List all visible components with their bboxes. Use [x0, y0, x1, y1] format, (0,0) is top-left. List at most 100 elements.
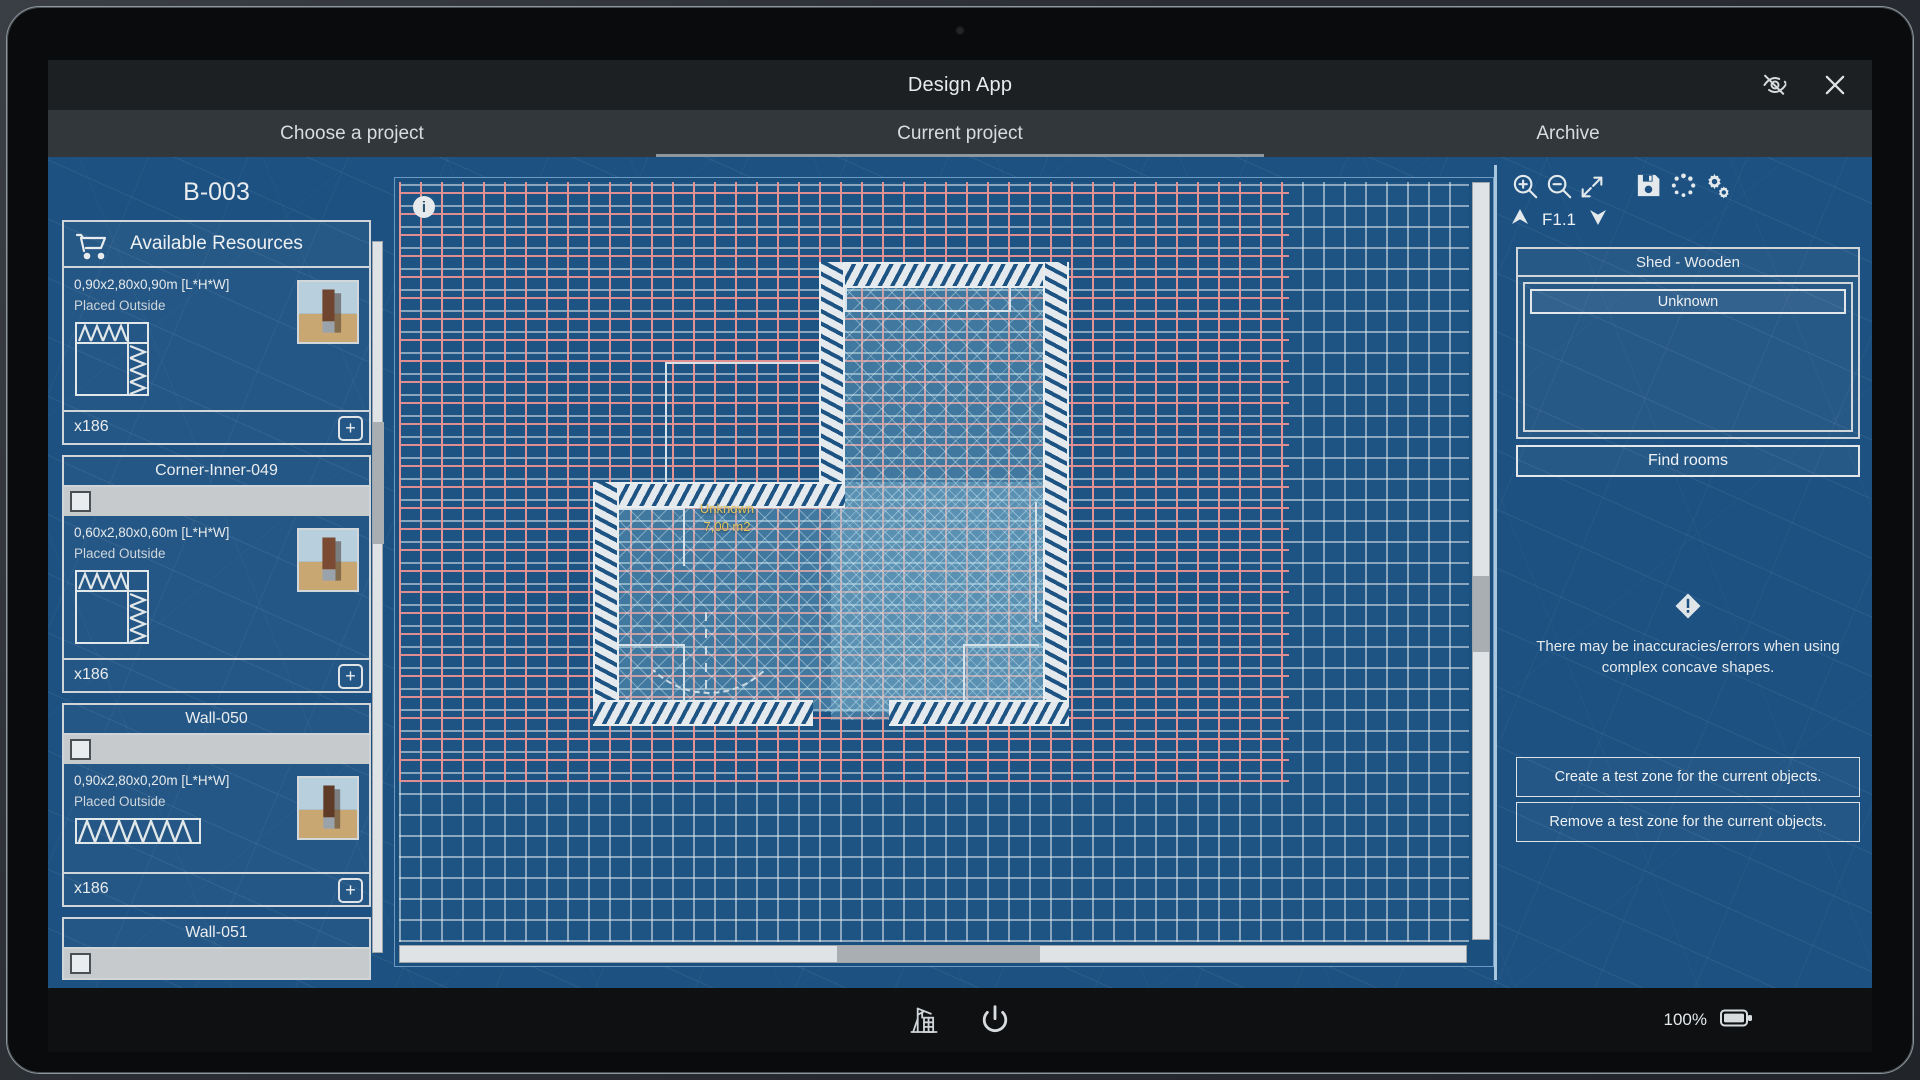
wall-left[interactable]	[593, 482, 619, 726]
resource-info: 0,90x2,80x0,20m [L*H*W] Placed Outside	[64, 764, 369, 872]
resource-count: x186	[74, 418, 109, 436]
room-list-item-unknown[interactable]: Unknown	[1530, 289, 1846, 314]
resource-card[interactable]: 0,90x2,80x0,90m [L*H*W] Placed Outside	[62, 268, 371, 445]
guide-line-v2	[1009, 288, 1011, 312]
chevron-up-icon[interactable]	[1508, 205, 1532, 234]
canvas-container: i	[394, 177, 1494, 967]
floor-selector: F1.1	[1508, 205, 1610, 234]
close-icon[interactable]	[1820, 70, 1850, 100]
warning-block: There may be inaccuracies/errors when us…	[1518, 591, 1858, 679]
resource-thumbnail	[297, 528, 359, 592]
room-group-title: Shed - Wooden	[1518, 249, 1858, 277]
device-frame: Design App	[0, 0, 1920, 1080]
resource-count-row: x186 +	[64, 410, 369, 443]
title-bar: Design App	[48, 60, 1872, 110]
available-resources-header[interactable]: Available Resources	[62, 220, 371, 268]
right-panel: F1.1 Shed - Wooden Unknown Find rooms	[1494, 157, 1872, 988]
bottom-bar: 100%	[48, 988, 1872, 1052]
tab-choose-a-project[interactable]: Choose a project	[48, 110, 656, 157]
tab-current-project[interactable]: Current project	[656, 110, 1264, 157]
resource-info: 0,90x2,80x0,90m [L*H*W] Placed Outside	[64, 268, 369, 410]
camera-dot	[956, 26, 965, 35]
settings-gears-icon[interactable]	[1704, 172, 1732, 205]
door-swing-arc	[629, 534, 789, 694]
floor-label: F1.1	[1542, 210, 1576, 230]
resource-checkbox-row[interactable]	[64, 487, 369, 516]
add-resource-button[interactable]: +	[338, 878, 363, 903]
app-body: B-003 Available Resources	[48, 157, 1872, 988]
add-resource-button[interactable]: +	[338, 416, 363, 441]
zoom-in-icon[interactable]	[1510, 171, 1540, 206]
loading-icon[interactable]	[1670, 172, 1697, 204]
resource-card[interactable]: Wall-050 0,90x2,80x0,20m [L*H*W] Placed …	[62, 703, 371, 907]
guide-line-corner-f	[963, 644, 965, 702]
room-name: Unknown	[667, 500, 787, 518]
guide-line-h1	[845, 310, 1011, 312]
resource-checkbox-row[interactable]	[64, 949, 369, 978]
resource-title: Corner-Inner-049	[64, 457, 369, 487]
resource-checkbox-row[interactable]	[64, 735, 369, 764]
app-title: Design App	[908, 74, 1012, 97]
resource-count-row: x186 +	[64, 658, 369, 691]
room-label: Unknown 7,00 m2	[667, 500, 787, 535]
add-resource-button[interactable]: +	[338, 664, 363, 689]
save-icon[interactable]	[1634, 171, 1663, 205]
resource-checkbox[interactable]	[70, 739, 91, 760]
canvas-vertical-scrollbar[interactable]	[1472, 182, 1490, 940]
expand-icon[interactable]	[1578, 173, 1606, 206]
left-panel-scrollbar-thumb[interactable]	[373, 422, 384, 544]
resource-card[interactable]: Wall-051	[62, 917, 371, 980]
canvas-horizontal-scrollbar[interactable]	[399, 945, 1467, 963]
room-list: Unknown	[1523, 282, 1853, 432]
resource-checkbox[interactable]	[70, 953, 91, 974]
wall-bottom-right[interactable]	[889, 700, 1069, 726]
power-icon[interactable]	[978, 1003, 1012, 1037]
tab-archive[interactable]: Archive	[1264, 110, 1872, 157]
canvas-vertical-scrollbar-thumb[interactable]	[1473, 576, 1489, 652]
canvas-horizontal-scrollbar-thumb[interactable]	[837, 946, 1040, 962]
guide-line-v1	[845, 288, 847, 312]
right-panel-divider	[1494, 165, 1497, 980]
left-panel-scrollbar[interactable]	[372, 241, 383, 953]
guide-line-corner-e	[963, 644, 1039, 646]
remove-test-zone-button[interactable]: Remove a test zone for the current objec…	[1516, 802, 1860, 842]
warning-icon	[1673, 608, 1703, 625]
find-rooms-button[interactable]: Find rooms	[1516, 445, 1860, 477]
room-area: 7,00 m2	[667, 518, 787, 536]
battery-percent: 100%	[1664, 1010, 1707, 1030]
bottom-bar-icons	[908, 1003, 1012, 1037]
app-screen: Design App	[48, 60, 1872, 988]
floorplan-canvas[interactable]: i	[399, 182, 1469, 942]
resource-thumbnail	[297, 280, 359, 344]
resource-card[interactable]: Corner-Inner-049 0,60x2,80x0,60m [L*H*W]…	[62, 455, 371, 693]
tab-bar: Choose a project Current project Archive	[48, 110, 1872, 157]
resource-count: x186	[74, 880, 109, 898]
room-group-box: Shed - Wooden Unknown	[1516, 247, 1860, 439]
project-title: B-003	[48, 157, 385, 220]
wall-top[interactable]	[819, 262, 1069, 288]
info-icon[interactable]: i	[413, 196, 435, 218]
eye-off-icon[interactable]	[1760, 70, 1790, 100]
guide-line-notch-v	[665, 362, 667, 484]
battery-indicator: 100%	[1664, 988, 1754, 1052]
cart-icon	[74, 231, 110, 267]
resource-title: Wall-051	[64, 919, 369, 949]
resource-checkbox[interactable]	[70, 491, 91, 512]
resource-info: 0,60x2,80x0,60m [L*H*W] Placed Outside	[64, 516, 369, 658]
resource-title: Wall-050	[64, 705, 369, 735]
title-bar-actions	[1760, 60, 1850, 110]
create-test-zone-button[interactable]: Create a test zone for the current objec…	[1516, 757, 1860, 797]
wall-right[interactable]	[1043, 262, 1069, 724]
left-panel: B-003 Available Resources	[48, 157, 385, 988]
construction-icon[interactable]	[908, 1004, 940, 1036]
battery-full-icon	[1720, 1008, 1754, 1033]
wall-bottom-left[interactable]	[593, 700, 813, 726]
guide-line-v3	[1035, 502, 1037, 622]
zoom-out-icon[interactable]	[1544, 171, 1574, 206]
resource-count-row: x186 +	[64, 872, 369, 905]
available-resources-label: Available Resources	[130, 233, 303, 255]
wall-inner-left-upper[interactable]	[819, 262, 845, 508]
chevron-down-icon[interactable]	[1586, 205, 1610, 234]
resource-thumbnail	[297, 776, 359, 840]
guide-line-notch-h	[665, 362, 821, 364]
